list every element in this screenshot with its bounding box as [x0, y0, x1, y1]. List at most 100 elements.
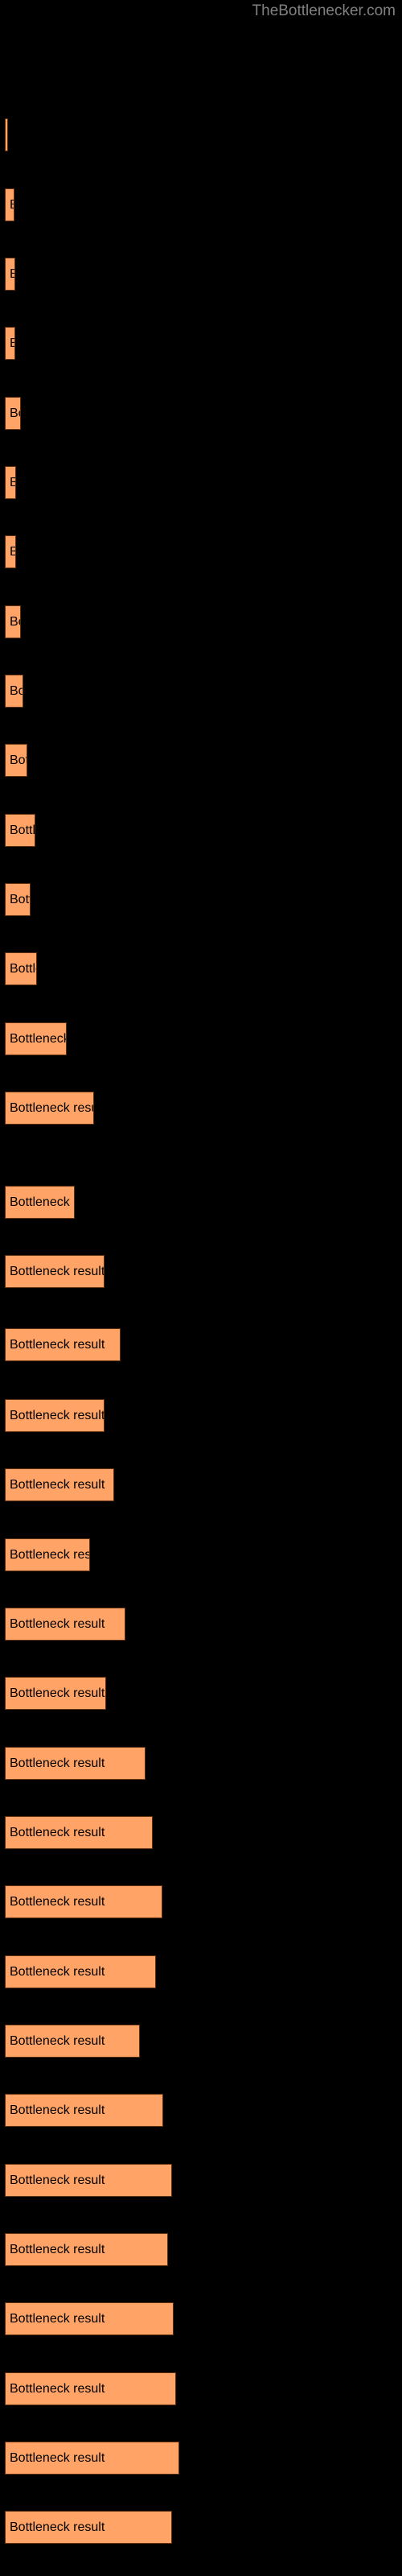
chart-bar[interactable]: Bottleneck result	[5, 1816, 153, 1849]
bar-label: Bottleneck result	[10, 267, 14, 282]
bar-row: Bottleneck result	[0, 1022, 402, 1057]
chart-bar[interactable]: Bottleneck result	[5, 675, 23, 708]
chart-bar[interactable]: Bottleneck result	[5, 1328, 121, 1361]
chart-bar[interactable]: Bottleneck result	[5, 814, 35, 847]
bar-label: Bottleneck result	[10, 1825, 105, 1839]
bar-label: Bottleneck result	[10, 2173, 105, 2187]
chart-bar[interactable]: Bottleneck result	[5, 1255, 105, 1288]
bar-label: Bottleneck result	[10, 1408, 105, 1422]
bar-label: Bottleneck result	[10, 1547, 90, 1562]
bar-label: Bottleneck result	[10, 2033, 105, 2048]
chart-bar[interactable]: Bottleneck result	[5, 1885, 162, 1918]
bar-row: Bottleneck result	[0, 1092, 402, 1126]
chart-bar[interactable]: Bottleneck result	[5, 118, 8, 151]
bar-label: Bottleneck result	[10, 753, 27, 767]
bar-row: Bottleneck result	[0, 952, 402, 987]
chart-bar[interactable]: Bottleneck result	[5, 2302, 174, 2335]
chart-bar[interactable]: Bottleneck result	[5, 188, 14, 221]
chart-bar[interactable]: Bottleneck result	[5, 327, 15, 360]
bar-row: Bottleneck result	[0, 1885, 402, 1920]
bar-label: Bottleneck result	[10, 892, 30, 906]
bar-row: Bottleneck result	[0, 118, 402, 153]
bar-label: Bottleneck result	[10, 2242, 105, 2256]
chart-bar[interactable]: Bottleneck result	[5, 1955, 156, 1988]
chart-bar[interactable]: Bottleneck result	[5, 1092, 94, 1125]
chart-bar[interactable]: Bottleneck result	[5, 1608, 125, 1641]
chart-bar[interactable]: Bottleneck result	[5, 2094, 163, 2127]
bar-label: Bottleneck result	[10, 406, 20, 420]
bar-label: Bottleneck result	[10, 1031, 67, 1046]
bar-label: Bottleneck result	[10, 1337, 105, 1352]
bar-label: Bottleneck result	[10, 336, 14, 351]
chart-bar[interactable]: Bottleneck result	[5, 1677, 106, 1710]
bar-row: Bottleneck result	[0, 2164, 402, 2198]
chart-bar[interactable]: Bottleneck result	[5, 2372, 176, 2405]
bar-label: Bottleneck result	[10, 1100, 93, 1115]
bar-row: Bottleneck result	[0, 883, 402, 918]
bar-row: Bottleneck result	[0, 466, 402, 501]
bar-row: Bottleneck result	[0, 1747, 402, 1781]
bar-row: Bottleneck result	[0, 1955, 402, 1990]
chart-bar[interactable]: Bottleneck result	[5, 1186, 75, 1219]
bar-label: Bottleneck result	[10, 2311, 105, 2326]
chart-bar[interactable]: Bottleneck result	[5, 397, 21, 430]
bar-row: Bottleneck result	[0, 1677, 402, 1711]
bar-row: Bottleneck result	[0, 2372, 402, 2407]
bar-row: Bottleneck result	[0, 1816, 402, 1851]
chart-bar[interactable]: Bottleneck result	[5, 466, 16, 499]
bar-row: Bottleneck result	[0, 1186, 402, 1220]
chart-bar[interactable]: Bottleneck result	[5, 2233, 168, 2266]
bottleneck-bar-chart: Bottleneck result Bottleneck result Bottle…	[0, 0, 402, 2576]
bar-label: Bottleneck result	[10, 198, 14, 213]
chart-bar[interactable]: Bottleneck result	[5, 952, 37, 985]
bar-label: Bottleneck result	[10, 2103, 105, 2117]
chart-bar[interactable]: Bottleneck result	[5, 1022, 67, 1055]
bar-label: Bottleneck result	[10, 1756, 105, 1770]
bar-label: Bottleneck result	[10, 1964, 105, 1979]
bar-label: Bottleneck result	[10, 1894, 105, 1909]
bar-row: Bottleneck result	[0, 2442, 402, 2476]
chart-bar[interactable]: Bottleneck result	[5, 2442, 179, 2475]
chart-bar[interactable]: Bottleneck result	[5, 1399, 105, 1432]
bar-row: Bottleneck result	[0, 397, 402, 431]
page-root: TheBottlenecker.com Bottleneck resultBot…	[0, 0, 402, 2576]
bar-label: Bottleneck result	[10, 683, 23, 698]
bar-row: Bottleneck result	[0, 2233, 402, 2268]
chart-bar[interactable]: Bottleneck result	[5, 2164, 172, 2197]
chart-bar[interactable]: Bottleneck result	[5, 1468, 114, 1501]
chart-bar[interactable]: Bottleneck result	[5, 258, 15, 291]
bar-row: Bottleneck result	[0, 2302, 402, 2337]
chart-bar[interactable]: Bottleneck result	[5, 535, 16, 568]
bar-label: Bottleneck result	[10, 1616, 105, 1631]
bar-row: Bottleneck result	[0, 188, 402, 223]
bar-row: Bottleneck result	[0, 1538, 402, 1573]
bar-row: Bottleneck result	[0, 1255, 402, 1290]
chart-bar[interactable]: Bottleneck result	[5, 744, 27, 777]
bar-row: Bottleneck result	[0, 1608, 402, 1642]
bar-label: Bottleneck result	[10, 823, 35, 837]
bar-label: Bottleneck result	[10, 545, 15, 559]
bar-label: Bottleneck result	[10, 2520, 105, 2534]
bar-row: Bottleneck result	[0, 744, 402, 778]
bar-label: Bottleneck result	[10, 2381, 105, 2396]
chart-bar[interactable]: Bottleneck result	[5, 1747, 146, 1780]
bar-row: Bottleneck result	[0, 535, 402, 570]
bar-row: Bottleneck result	[0, 1468, 402, 1503]
chart-bar[interactable]: Bottleneck result	[5, 2511, 172, 2544]
bar-label: Bottleneck result	[10, 476, 15, 490]
chart-bar[interactable]: Bottleneck result	[5, 2025, 140, 2058]
bar-row: Bottleneck result	[0, 814, 402, 848]
bar-row: Bottleneck result	[0, 258, 402, 292]
bar-row: Bottleneck result	[0, 1328, 402, 1363]
bar-row: Bottleneck result	[0, 1399, 402, 1434]
bar-label: Bottleneck result	[10, 614, 20, 629]
bar-row: Bottleneck result	[0, 2511, 402, 2545]
bar-label: Bottleneck result	[10, 2450, 105, 2465]
chart-bar[interactable]: Bottleneck result	[5, 883, 31, 916]
bar-row: Bottleneck result	[0, 2025, 402, 2059]
bar-row: Bottleneck result	[0, 675, 402, 709]
chart-bar[interactable]: Bottleneck result	[5, 1538, 90, 1571]
bar-row: Bottleneck result	[0, 605, 402, 640]
chart-bar[interactable]: Bottleneck result	[5, 605, 21, 638]
bar-label: Bottleneck result	[10, 961, 36, 976]
